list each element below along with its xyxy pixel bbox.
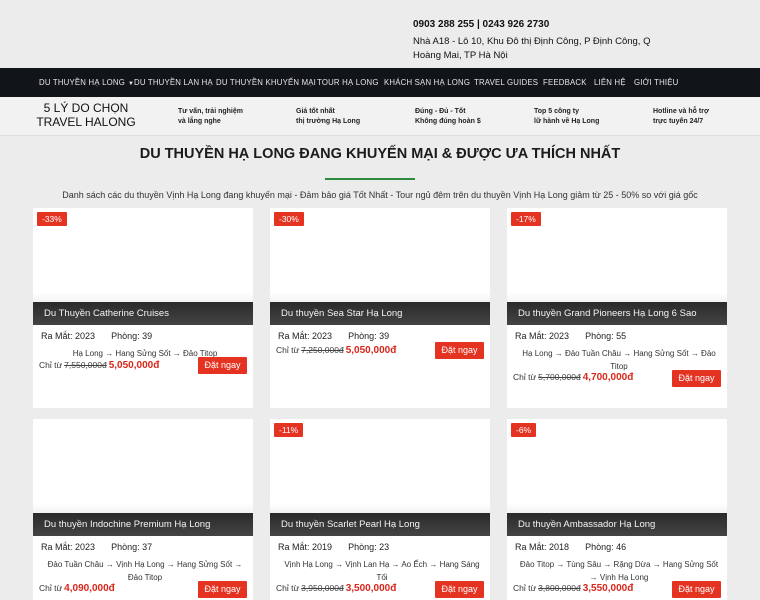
book-now-button[interactable]: Đặt ngay <box>435 342 484 359</box>
book-now-button[interactable]: Đặt ngay <box>672 581 721 598</box>
cruise-meta: Ra Mắt: 2023 Phòng: 55 <box>515 331 627 341</box>
cruise-title[interactable]: Du thuyền Grand Pioneers Hạ Long 6 Sao <box>518 308 697 319</box>
book-now-button[interactable]: Đặt ngay <box>198 581 247 598</box>
reasons-bar: 5 LÝ DO CHỌN TRAVEL HALONG Tư vấn, trải … <box>0 97 760 136</box>
discount-badge: -17% <box>511 212 541 226</box>
cruise-title-bar: Du thuyền Sea Star Hạ Long <box>270 302 490 325</box>
cruise-meta: Ra Mắt: 2023 Phòng: 39 <box>278 331 390 341</box>
cruise-price: Chỉ từ 4,090,000đ <box>39 583 115 594</box>
discount-badge: -30% <box>274 212 304 226</box>
cruise-price: Chỉ từ 3,800,000đ 3,550,000đ <box>513 583 634 594</box>
nav-item-khach-san-ha-long[interactable]: KHÁCH SẠN HẠ LONG <box>384 68 470 97</box>
reason-item: Đúng - Đủ - Tốt Không đúng hoàn $ <box>415 108 481 125</box>
reason-item: Tư vấn, trải nghiệm và lắng nghe <box>178 108 243 125</box>
cruise-title-bar: Du thuyền Ambassador Hạ Long <box>507 513 727 536</box>
discount-badge: -6% <box>511 423 537 437</box>
cruise-meta: Ra Mắt: 2019 Phòng: 23 <box>278 542 390 552</box>
cruise-card[interactable]: -33% Du Thuyền Catherine Cruises Ra Mắt:… <box>33 208 253 408</box>
cruise-price: Chỉ từ 3,950,000đ 3,500,000đ <box>276 583 397 594</box>
nav-item-du-thuyen-khuyen-mai[interactable]: DU THUYỀN KHUYẾN MẠI <box>216 68 316 97</box>
cruise-card[interactable]: -11% Du thuyền Scarlet Pearl Hạ Long Ra … <box>270 419 490 600</box>
cruise-card[interactable]: Du thuyền Indochine Premium Hạ Long Ra M… <box>33 419 253 600</box>
cruise-title[interactable]: Du thuyền Sea Star Hạ Long <box>281 308 402 319</box>
cruise-meta: Ra Mắt: 2023 Phòng: 39 <box>41 331 153 341</box>
cruise-title[interactable]: Du thuyền Indochine Premium Hạ Long <box>44 519 210 530</box>
discount-badge: -33% <box>37 212 67 226</box>
nav-item-tour-ha-long[interactable]: TOUR HẠ LONG <box>317 68 379 97</box>
office-address: Nhà A18 - Lô 10, Khu Đô thị Định Công, P… <box>413 36 651 61</box>
hotline-phone[interactable]: 0903 288 255 | 0243 926 2730 <box>413 19 549 30</box>
discount-badge: -11% <box>274 423 304 437</box>
page-title: DU THUYỀN HẠ LONG ĐANG KHUYẾN MẠI & ĐƯỢC… <box>139 146 621 162</box>
cruise-meta: Ra Mắt: 2018 Phòng: 46 <box>515 542 627 552</box>
reason-item: Hotline và hỗ trợ trực tuyến 24/7 <box>653 108 709 125</box>
book-now-button[interactable]: Đặt ngay <box>672 370 721 387</box>
main-navigation: DU THUYỀN HẠ LONG ▼ DU THUYỀN LAN HẠ DU T… <box>0 68 760 97</box>
cruise-title-bar: Du thuyền Grand Pioneers Hạ Long 6 Sao <box>507 302 727 325</box>
page-subtitle: Danh sách các du thuyền Vịnh Hạ Long đan… <box>62 190 698 200</box>
reason-item: Top 5 công ty lữ hành về Hạ Long <box>534 108 600 125</box>
cruise-title-bar: Du thuyền Scarlet Pearl Hạ Long <box>270 513 490 536</box>
book-now-button[interactable]: Đặt ngay <box>198 357 247 374</box>
nav-item-gioi-thieu[interactable]: GIỚI THIỆU <box>634 68 679 97</box>
title-divider <box>325 178 415 180</box>
cruise-price: Chỉ từ 7,550,000đ 5,050,000đ <box>39 360 160 371</box>
nav-item-travel-guides[interactable]: TRAVEL GUIDES <box>474 68 538 97</box>
nav-item-du-thuyen-ha-long[interactable]: DU THUYỀN HẠ LONG ▼ <box>39 68 134 97</box>
reason-item: Giá tốt nhất thị trường Hạ Long <box>296 108 361 125</box>
cruise-card[interactable]: -17% Du thuyền Grand Pioneers Hạ Long 6 … <box>507 208 727 408</box>
cruise-title-bar: Du Thuyền Catherine Cruises <box>33 302 253 325</box>
cruise-card[interactable]: -6% Du thuyền Ambassador Hạ Long Ra Mắt:… <box>507 419 727 600</box>
cruise-title[interactable]: Du Thuyền Catherine Cruises <box>44 308 169 319</box>
cruise-title[interactable]: Du thuyền Scarlet Pearl Hạ Long <box>281 519 420 530</box>
cruise-meta: Ra Mắt: 2023 Phòng: 37 <box>41 542 153 552</box>
nav-item-du-thuyen-lan-ha[interactable]: DU THUYỀN LAN HẠ <box>134 68 213 97</box>
top-contact-bar: 0903 288 255 | 0243 926 2730 Nhà A18 - L… <box>0 0 760 68</box>
cruise-title-bar: Du thuyền Indochine Premium Hạ Long <box>33 513 253 536</box>
cruise-price: Chỉ từ 5,700,000đ 4,700,000đ <box>513 372 634 383</box>
cruise-card[interactable]: -30% Du thuyền Sea Star Hạ Long Ra Mắt: … <box>270 208 490 408</box>
nav-item-feedback[interactable]: FEEDBACK <box>543 68 587 97</box>
cruise-title[interactable]: Du thuyền Ambassador Hạ Long <box>518 519 655 530</box>
book-now-button[interactable]: Đặt ngay <box>435 581 484 598</box>
nav-item-lien-he[interactable]: LIÊN HỆ <box>594 68 626 97</box>
cruise-price: Chỉ từ 7,250,000đ 5,050,000đ <box>276 345 397 356</box>
reasons-brand: 5 LÝ DO CHỌN TRAVEL HALONG <box>36 101 136 129</box>
